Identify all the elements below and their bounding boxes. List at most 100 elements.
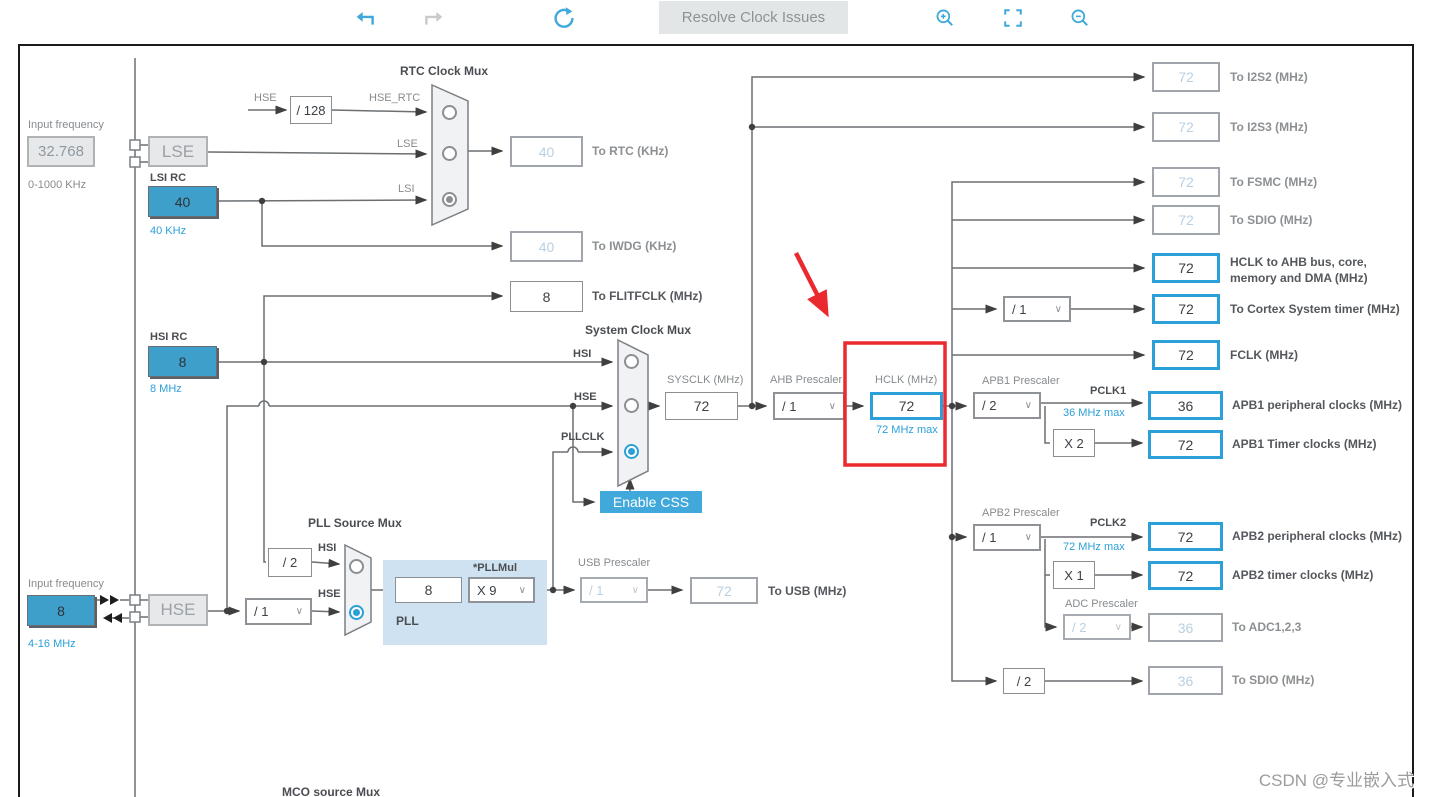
resolve-clock-issues-button[interactable]: Resolve Clock Issues bbox=[659, 1, 848, 34]
apb2-peripheral-label: APB2 peripheral clocks (MHz) bbox=[1232, 529, 1402, 543]
redo-icon[interactable] bbox=[422, 7, 444, 29]
hclk-ahb-value-box: 72 bbox=[1152, 253, 1220, 283]
hsi-frequency-label: 8 MHz bbox=[150, 383, 182, 395]
apb1-timer-value-box: 72 bbox=[1148, 430, 1223, 459]
pllmux-hse-label: HSE bbox=[318, 588, 341, 600]
reset-icon[interactable] bbox=[552, 6, 574, 28]
hclk-value-box[interactable]: 72 bbox=[870, 392, 943, 420]
rtc-lse-label: LSE bbox=[397, 138, 418, 150]
cortex-timer-label: To Cortex System timer (MHz) bbox=[1230, 302, 1400, 316]
rtc-mux-radio-lse[interactable] bbox=[442, 146, 457, 161]
apb2-prescaler-value: / 1 bbox=[982, 530, 996, 545]
hse-prediv-select[interactable]: / 1 ∨ bbox=[245, 598, 312, 625]
to-fsmc-value-box: 72 bbox=[1152, 167, 1220, 197]
apb1-max-label: 36 MHz max bbox=[1063, 407, 1125, 419]
usb-prescaler-label: USB Prescaler bbox=[578, 557, 650, 569]
hsi-value-box: 8 bbox=[148, 346, 217, 377]
undo-icon[interactable] bbox=[355, 7, 377, 29]
pll-name-label: PLL bbox=[396, 614, 419, 628]
apb1-prescaler-label: APB1 Prescaler bbox=[982, 375, 1060, 387]
pll-mux-radio-hse[interactable] bbox=[349, 605, 364, 620]
apb2-peripheral-value-box: 72 bbox=[1148, 522, 1223, 551]
hclk-label: HCLK (MHz) bbox=[875, 374, 937, 386]
to-i2s3-value-box: 72 bbox=[1152, 112, 1220, 142]
hse-rtc-divider: / 128 bbox=[290, 96, 332, 124]
pllmul-value: X 9 bbox=[477, 583, 497, 598]
zoom-out-icon[interactable] bbox=[1070, 8, 1092, 30]
chevron-down-icon: ∨ bbox=[829, 401, 836, 412]
system-mux-radio-hse[interactable] bbox=[624, 398, 639, 413]
apb2-timer-label: APB2 timer clocks (MHz) bbox=[1232, 568, 1373, 582]
hse-input-frequency-label: Input frequency bbox=[28, 578, 104, 590]
lsi-value-box: 40 bbox=[148, 186, 217, 217]
hclk-ahb-label-line1: HCLK to AHB bus, core, bbox=[1230, 255, 1367, 269]
lse-range-label: 0-1000 KHz bbox=[28, 179, 86, 191]
apb2-timer-value-box: 72 bbox=[1148, 561, 1223, 590]
chevron-down-icon: ∨ bbox=[296, 606, 303, 617]
adc-prescaler-select: / 2 ∨ bbox=[1063, 614, 1131, 640]
apb2-timer-multiplier: X 1 bbox=[1053, 561, 1095, 589]
lsi-frequency-label: 40 KHz bbox=[150, 225, 186, 237]
to-adc-value-box: 36 bbox=[1148, 613, 1223, 642]
system-mux-radio-hsi[interactable] bbox=[624, 354, 639, 369]
lse-input-frequency-label: Input frequency bbox=[28, 119, 104, 131]
adc-prescaler-label: ADC Prescaler bbox=[1065, 598, 1138, 610]
sysmux-hsi-label: HSI bbox=[573, 348, 591, 360]
pll-input-value-box: 8 bbox=[395, 577, 462, 603]
pclk1-label: PCLK1 bbox=[1090, 385, 1126, 397]
sysmux-hse-label: HSE bbox=[574, 391, 597, 403]
fit-to-screen-icon[interactable] bbox=[1003, 8, 1025, 30]
apb1-prescaler-select[interactable]: / 2 ∨ bbox=[973, 392, 1041, 419]
chevron-down-icon: ∨ bbox=[632, 585, 639, 596]
cortex-timer-value-box: 72 bbox=[1152, 294, 1220, 324]
to-adc-label: To ADC1,2,3 bbox=[1232, 620, 1301, 634]
lsi-label: LSI RC bbox=[150, 172, 186, 184]
system-mux-radio-pllclk[interactable] bbox=[624, 444, 639, 459]
apb2-prescaler-select[interactable]: / 1 ∨ bbox=[973, 524, 1041, 551]
watermark-text: CSDN @专业嵌入式 bbox=[1259, 766, 1414, 791]
lse-input-frequency-field: 32.768 bbox=[27, 136, 95, 167]
to-iwdg-label: To IWDG (KHz) bbox=[592, 239, 676, 253]
chevron-down-icon: ∨ bbox=[1055, 304, 1062, 315]
chevron-down-icon: ∨ bbox=[1115, 622, 1122, 633]
apb1-prescaler-value: / 2 bbox=[982, 398, 996, 413]
hse-input-frequency-field[interactable]: 8 bbox=[27, 595, 95, 626]
to-sdio-ahb-label: To SDIO (MHz) bbox=[1230, 213, 1312, 227]
to-flitfclk-value-box[interactable]: 8 bbox=[510, 281, 583, 312]
pllmul-select[interactable]: X 9 ∨ bbox=[468, 577, 535, 603]
lse-block[interactable]: LSE bbox=[148, 136, 208, 167]
hse-rtc-label: HSE_RTC bbox=[369, 92, 420, 104]
to-i2s3-label: To I2S3 (MHz) bbox=[1230, 120, 1308, 134]
rtc-mux-radio-lsi[interactable] bbox=[442, 192, 457, 207]
hse-block[interactable]: HSE bbox=[148, 594, 208, 626]
chevron-down-icon: ∨ bbox=[1025, 532, 1032, 543]
hse-range-label: 4-16 MHz bbox=[28, 638, 76, 650]
sdio-divider: / 2 bbox=[1003, 668, 1045, 694]
sysclk-label: SYSCLK (MHz) bbox=[667, 374, 743, 386]
apb1-timer-label: APB1 Timer clocks (MHz) bbox=[1232, 437, 1377, 451]
sysmux-pllclk-label: PLLCLK bbox=[561, 431, 604, 443]
fclk-value-box: 72 bbox=[1152, 340, 1220, 370]
usb-prescaler-value: / 1 bbox=[589, 583, 603, 598]
pll-hsi-divider: / 2 bbox=[268, 548, 312, 577]
rtc-mux-radio-hse[interactable] bbox=[442, 105, 457, 120]
to-sdio-label: To SDIO (MHz) bbox=[1232, 673, 1314, 687]
to-iwdg-value-box: 40 bbox=[510, 231, 583, 262]
pll-mux-title: PLL Source Mux bbox=[308, 516, 402, 530]
rtc-hse-label: HSE bbox=[254, 92, 277, 104]
to-usb-label: To USB (MHz) bbox=[768, 584, 846, 598]
pll-mux-radio-hsi[interactable] bbox=[349, 559, 364, 574]
hsi-label: HSI RC bbox=[150, 331, 187, 343]
cortex-prescaler-select[interactable]: / 1 ∨ bbox=[1003, 296, 1071, 322]
ahb-prescaler-select[interactable]: / 1 ∨ bbox=[773, 392, 845, 420]
zoom-in-icon[interactable] bbox=[935, 8, 957, 30]
apb1-peripheral-value-box: 36 bbox=[1148, 391, 1223, 420]
pclk2-label: PCLK2 bbox=[1090, 517, 1126, 529]
to-i2s2-value-box: 72 bbox=[1152, 62, 1220, 92]
fclk-label: FCLK (MHz) bbox=[1230, 348, 1298, 362]
rtc-lsi-label: LSI bbox=[398, 183, 415, 195]
enable-css-button[interactable]: Enable CSS bbox=[600, 491, 702, 513]
apb2-prescaler-label: APB2 Prescaler bbox=[982, 507, 1060, 519]
mco-mux-title: MCO source Mux bbox=[282, 785, 380, 797]
to-rtc-value-box: 40 bbox=[510, 136, 583, 167]
